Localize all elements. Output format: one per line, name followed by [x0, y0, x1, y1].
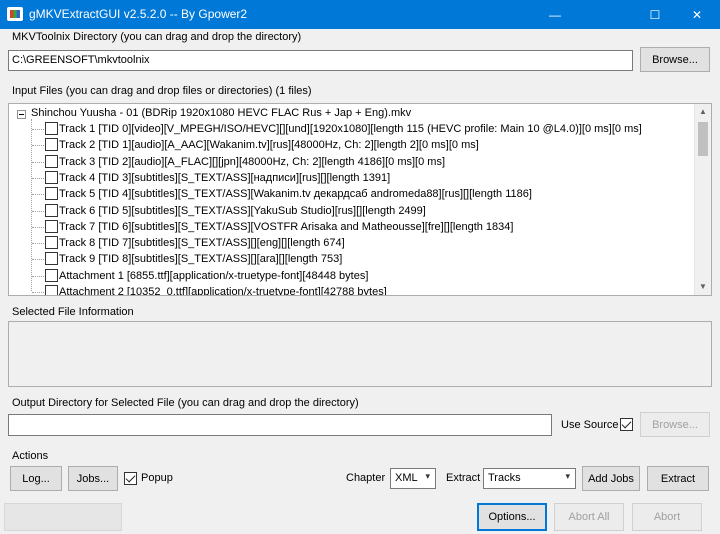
track-checkbox[interactable]: [45, 285, 58, 295]
options-button[interactable]: Options...: [477, 503, 547, 531]
track-checkbox[interactable]: [45, 252, 58, 266]
track-item-label[interactable]: Track 3 [TID 2][audio][A_FLAC][][jpn][48…: [59, 154, 445, 170]
track-item-label[interactable]: Track 7 [TID 6][subtitles][S_TEXT/ASS][V…: [59, 219, 513, 235]
tree-connector: [32, 259, 44, 261]
close-button[interactable]: ✕: [674, 0, 720, 29]
track-checkbox[interactable]: [45, 122, 58, 135]
mkvtoolnix-browse-button[interactable]: Browse...: [640, 47, 710, 72]
track-item-label[interactable]: Track 9 [TID 8][subtitles][S_TEXT/ASS][]…: [59, 251, 342, 267]
track-item-label[interactable]: Track 6 [TID 5][subtitles][S_TEXT/ASS][Y…: [59, 203, 426, 219]
track-checkbox[interactable]: [45, 138, 58, 152]
mkvtoolnix-path-input[interactable]: C:\GREENSOFT\mkvtoolnix: [8, 50, 633, 71]
tree-scrollbar[interactable]: ▲ ▼: [694, 104, 711, 295]
tree-connector: [32, 226, 44, 228]
tree-connector: [32, 275, 44, 277]
track-item-label[interactable]: Track 5 [TID 4][subtitles][S_TEXT/ASS][W…: [59, 186, 532, 202]
extract-button[interactable]: Extract: [647, 466, 709, 491]
chevron-down-icon: ▾: [565, 471, 570, 481]
tree-connector: [32, 177, 44, 179]
output-path-input[interactable]: [8, 414, 552, 436]
selected-info-box: [8, 321, 712, 387]
log-button[interactable]: Log...: [10, 466, 62, 491]
extract-value: Tracks: [488, 472, 521, 484]
maximize-icon: ☐: [649, 7, 661, 22]
use-source-label: Use Source: [561, 419, 619, 431]
app-icon: [7, 7, 23, 21]
track-checkbox[interactable]: [45, 236, 58, 250]
chapter-value: XML: [395, 472, 418, 484]
track-checkbox[interactable]: [45, 170, 58, 184]
tree-connector: [32, 194, 44, 196]
maximize-button[interactable]: ☐: [632, 0, 678, 29]
track-item-label[interactable]: Track 1 [TID 0][video][V_MPEGH/ISO/HEVC]…: [59, 121, 642, 137]
track-item-label[interactable]: Track 4 [TID 3][subtitles][S_TEXT/ASS][н…: [59, 170, 390, 186]
track-checkbox[interactable]: [45, 154, 58, 168]
popup-label: Popup: [141, 472, 173, 484]
use-source-checkbox[interactable]: [620, 418, 633, 431]
track-checkbox[interactable]: [45, 203, 58, 217]
add-jobs-button[interactable]: Add Jobs: [582, 466, 640, 491]
extract-label: Extract: [446, 472, 481, 484]
track-item-label[interactable]: Attachment 2 [10352_0.ttf][application/x…: [59, 284, 387, 295]
chapter-select[interactable]: XML ▾: [390, 468, 436, 489]
jobs-button[interactable]: Jobs...: [68, 466, 118, 491]
track-checkbox[interactable]: [45, 268, 58, 282]
actions-label: Actions: [12, 450, 49, 462]
close-icon: ✕: [691, 7, 703, 22]
track-checkbox[interactable]: [45, 219, 58, 233]
minimize-icon: —: [549, 7, 561, 22]
tree-connector: [32, 210, 44, 212]
output-browse-button[interactable]: Browse...: [640, 412, 710, 437]
abort-button[interactable]: Abort: [632, 503, 702, 531]
tree-file-node[interactable]: Shinchou Yuusha - 01 (BDRip 1920x1080 HE…: [31, 105, 411, 121]
selected-info-label: Selected File Information: [12, 306, 134, 318]
abort-all-button[interactable]: Abort All: [554, 503, 624, 531]
tree-connector: [32, 292, 44, 293]
extract-select[interactable]: Tracks ▾: [483, 468, 576, 489]
mkvtoolnix-label: MKVToolnix Directory (you can drag and d…: [12, 31, 302, 43]
collapse-icon[interactable]: [17, 110, 26, 119]
status-panel: [4, 503, 122, 531]
tree-connector: [32, 145, 44, 147]
scroll-down-icon[interactable]: ▼: [699, 282, 707, 292]
track-item-label[interactable]: Track 2 [TID 1][audio][A_AAC][Wakanim.tv…: [59, 137, 479, 153]
tree-connector: [32, 243, 44, 245]
track-item-label[interactable]: Track 8 [TID 7][subtitles][S_TEXT/ASS][]…: [59, 235, 345, 251]
track-item-label[interactable]: Attachment 1 [6855.ttf][application/x-tr…: [59, 268, 368, 284]
title-bar: gMKVExtractGUI v2.5.2.0 -- By Gpower2 — …: [0, 0, 720, 29]
scrollbar-thumb[interactable]: [698, 122, 708, 156]
chapter-label: Chapter: [346, 472, 386, 484]
tree-connector: [32, 161, 44, 163]
scroll-up-icon[interactable]: ▲: [699, 107, 707, 117]
input-files-label: Input Files (you can drag and drop files…: [12, 85, 312, 97]
input-files-tree[interactable]: Shinchou Yuusha - 01 (BDRip 1920x1080 HE…: [8, 103, 712, 296]
popup-checkbox[interactable]: [124, 472, 137, 485]
tree-connector: [32, 129, 44, 130]
track-checkbox[interactable]: [45, 187, 58, 201]
window-title: gMKVExtractGUI v2.5.2.0 -- By Gpower2: [29, 7, 248, 21]
chevron-down-icon: ▾: [425, 471, 430, 481]
minimize-button[interactable]: —: [532, 0, 578, 29]
output-label: Output Directory for Selected File (you …: [12, 397, 359, 409]
